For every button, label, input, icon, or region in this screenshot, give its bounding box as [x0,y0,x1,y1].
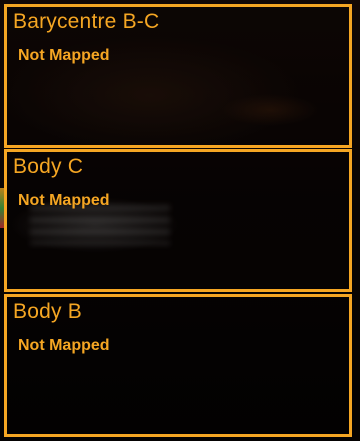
body-panel-body-c[interactable]: Body C Not Mapped [4,149,352,292]
body-panel-body-b[interactable]: Body B Not Mapped [4,294,352,437]
body-name: Barycentre B-C [13,10,160,33]
body-name: Body B [13,300,82,323]
mapping-status: Not Mapped [18,47,110,64]
mapping-status: Not Mapped [18,337,110,354]
body-name: Body C [13,155,84,178]
body-panel-barycentre-b-c[interactable]: Barycentre B-C Not Mapped [4,4,352,148]
mapping-status: Not Mapped [18,192,110,209]
